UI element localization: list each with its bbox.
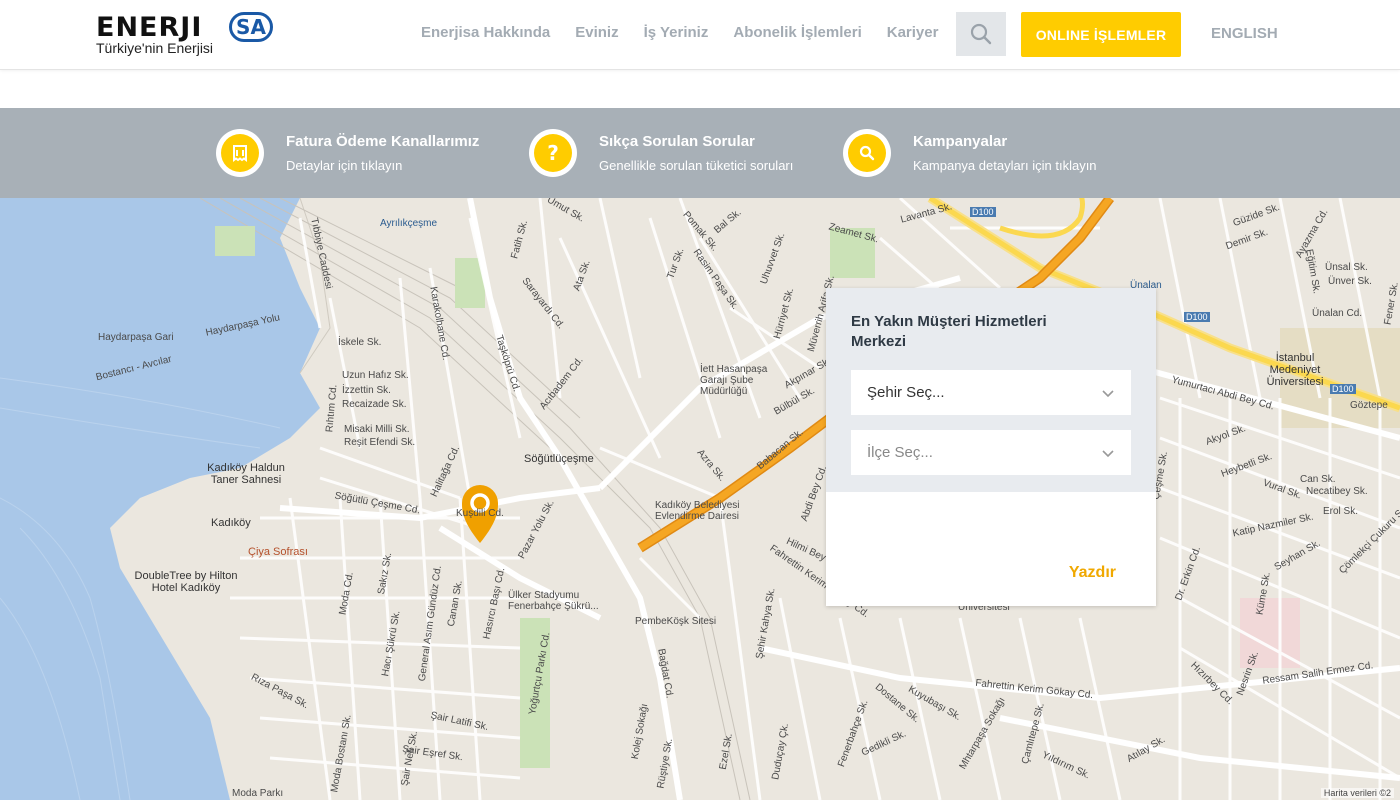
store-locator-map[interactable]: Ayrılıkçeşme Haydarpaşa Gari Haydarpaşa … (0, 198, 1400, 800)
map-label: Ülker Stadyumu Fenerbahçe Şükrü... (508, 590, 599, 612)
map-label: Söğütlüçeşme (524, 453, 594, 465)
band-icon-frame (843, 129, 891, 177)
map-label: Ünsal Sk. (1325, 262, 1368, 273)
map-label: Kadıköy Belediyesi Evlendirme Dairesi (655, 500, 740, 522)
chevron-down-icon (1102, 389, 1114, 397)
map-label: İskele Sk. (338, 337, 382, 348)
map-label: Kadıköy Haldun Taner Sahnesi (207, 462, 285, 486)
nav-about[interactable]: Enerjisa Hakkında (421, 24, 550, 41)
map-label: Reşit Efendi Sk. (344, 437, 416, 448)
band-item-faq[interactable]: ? Sıkça Sorulan Sorular Genellikle sorul… (529, 108, 793, 198)
logo-wordmark: ENERJI (96, 12, 203, 43)
band-icon-frame: ? (529, 129, 577, 177)
band-title-faq: Sıkça Sorulan Sorular (599, 133, 755, 150)
map-label: Haydarpaşa Gari (98, 332, 174, 343)
map-label: İzzettin Sk. (342, 385, 391, 396)
invoice-icon (221, 134, 259, 172)
map-label: Misaki Milli Sk. (344, 424, 410, 435)
highway-shield: D100 (1184, 312, 1210, 322)
nav-career[interactable]: Kariyer (887, 24, 939, 41)
enerjisa-logo[interactable]: ENERJI SA Türkiye'nin Enerjisi (96, 10, 286, 60)
map-label: Can Sk. (1300, 474, 1336, 485)
city-select[interactable]: Şehir Seç... (851, 370, 1131, 415)
map-label: İett Hasanpaşa Garajı Şube Müdürlüğü (700, 364, 768, 397)
map-attribution[interactable]: Harita verileri ©2 (1320, 788, 1394, 798)
map-label: Kadıköy (211, 517, 251, 529)
band-item-invoice[interactable]: Fatura Ödeme Kanallarımız Detaylar için … (216, 108, 479, 198)
band-sub-faq: Genellikle sorulan tüketici soruları (599, 158, 794, 173)
panel-title: En Yakın Müşteri Hizmetleri Merkezi (851, 313, 1047, 350)
band-title-campaigns: Kampanyalar (913, 133, 1008, 150)
search-icon (970, 23, 992, 45)
map-label: Kuşdili Cd. (456, 508, 504, 519)
main-nav: Enerjisa Hakkında Eviniz İş Yeriniz Abon… (421, 24, 963, 41)
info-band: Fatura Ödeme Kanallarımız Detaylar için … (0, 108, 1400, 198)
chevron-down-icon (1102, 449, 1114, 457)
map-label: Ünver Sk. (1328, 276, 1372, 287)
band-sub-campaigns: Kampanya detayları için tıklayın (913, 158, 1097, 173)
city-select-value: Şehir Seç... (867, 384, 945, 401)
nav-home[interactable]: Eviniz (575, 24, 618, 41)
map-label: Moda Parkı (232, 788, 284, 799)
print-button[interactable]: Yazdır (1069, 564, 1116, 582)
district-select-value: İlçe Seç... (867, 444, 933, 461)
nav-subscription[interactable]: Abonelik İşlemleri (733, 24, 861, 41)
language-switch[interactable]: ENGLISH (1211, 25, 1278, 42)
site-header: ENERJI SA Türkiye'nin Enerjisi Enerjisa … (0, 0, 1400, 70)
map-label: Necatibey Sk. (1306, 486, 1368, 497)
map-canvas[interactable] (0, 198, 1400, 800)
nearest-center-panel: En Yakın Müşteri Hizmetleri Merkezi Şehi… (826, 288, 1156, 606)
search-icon (848, 134, 886, 172)
band-item-campaigns[interactable]: Kampanyalar Kampanya detayları için tıkl… (843, 108, 1097, 198)
online-transactions-button[interactable]: ONLINE İŞLEMLER (1021, 12, 1181, 57)
band-sub-invoice: Detaylar için tıklayın (286, 158, 403, 173)
logo-badge: SA (229, 12, 273, 42)
band-title-invoice: Fatura Ödeme Kanallarımız (286, 133, 480, 150)
map-label: DoubleTree by Hilton Hotel Kadıköy (134, 570, 238, 594)
map-label: Göztepe (1350, 400, 1388, 411)
map-label: PembeKöşk Sitesi (635, 616, 717, 627)
map-label: Ayrılıkçeşme (380, 218, 438, 229)
map-label: Recaizade Sk. (342, 399, 407, 410)
map-label: Ünalan Cd. (1312, 308, 1363, 319)
map-label: Erol Sk. (1323, 506, 1359, 517)
search-button[interactable] (956, 12, 1006, 56)
highway-shield: D100 (970, 207, 996, 217)
highway-shield: D100 (1330, 384, 1356, 394)
map-label: Çiya Sofrası (248, 546, 308, 558)
district-select[interactable]: İlçe Seç... (851, 430, 1131, 475)
map-label: Uzun Hafız Sk. (342, 370, 409, 381)
band-icon-frame (216, 129, 264, 177)
map-label: İstanbul Medeniyet Üniversitesi (1266, 352, 1324, 388)
nav-business[interactable]: İş Yeriniz (644, 24, 709, 41)
logo-tagline: Türkiye'nin Enerjisi (96, 40, 214, 56)
question-icon: ? (534, 134, 572, 172)
